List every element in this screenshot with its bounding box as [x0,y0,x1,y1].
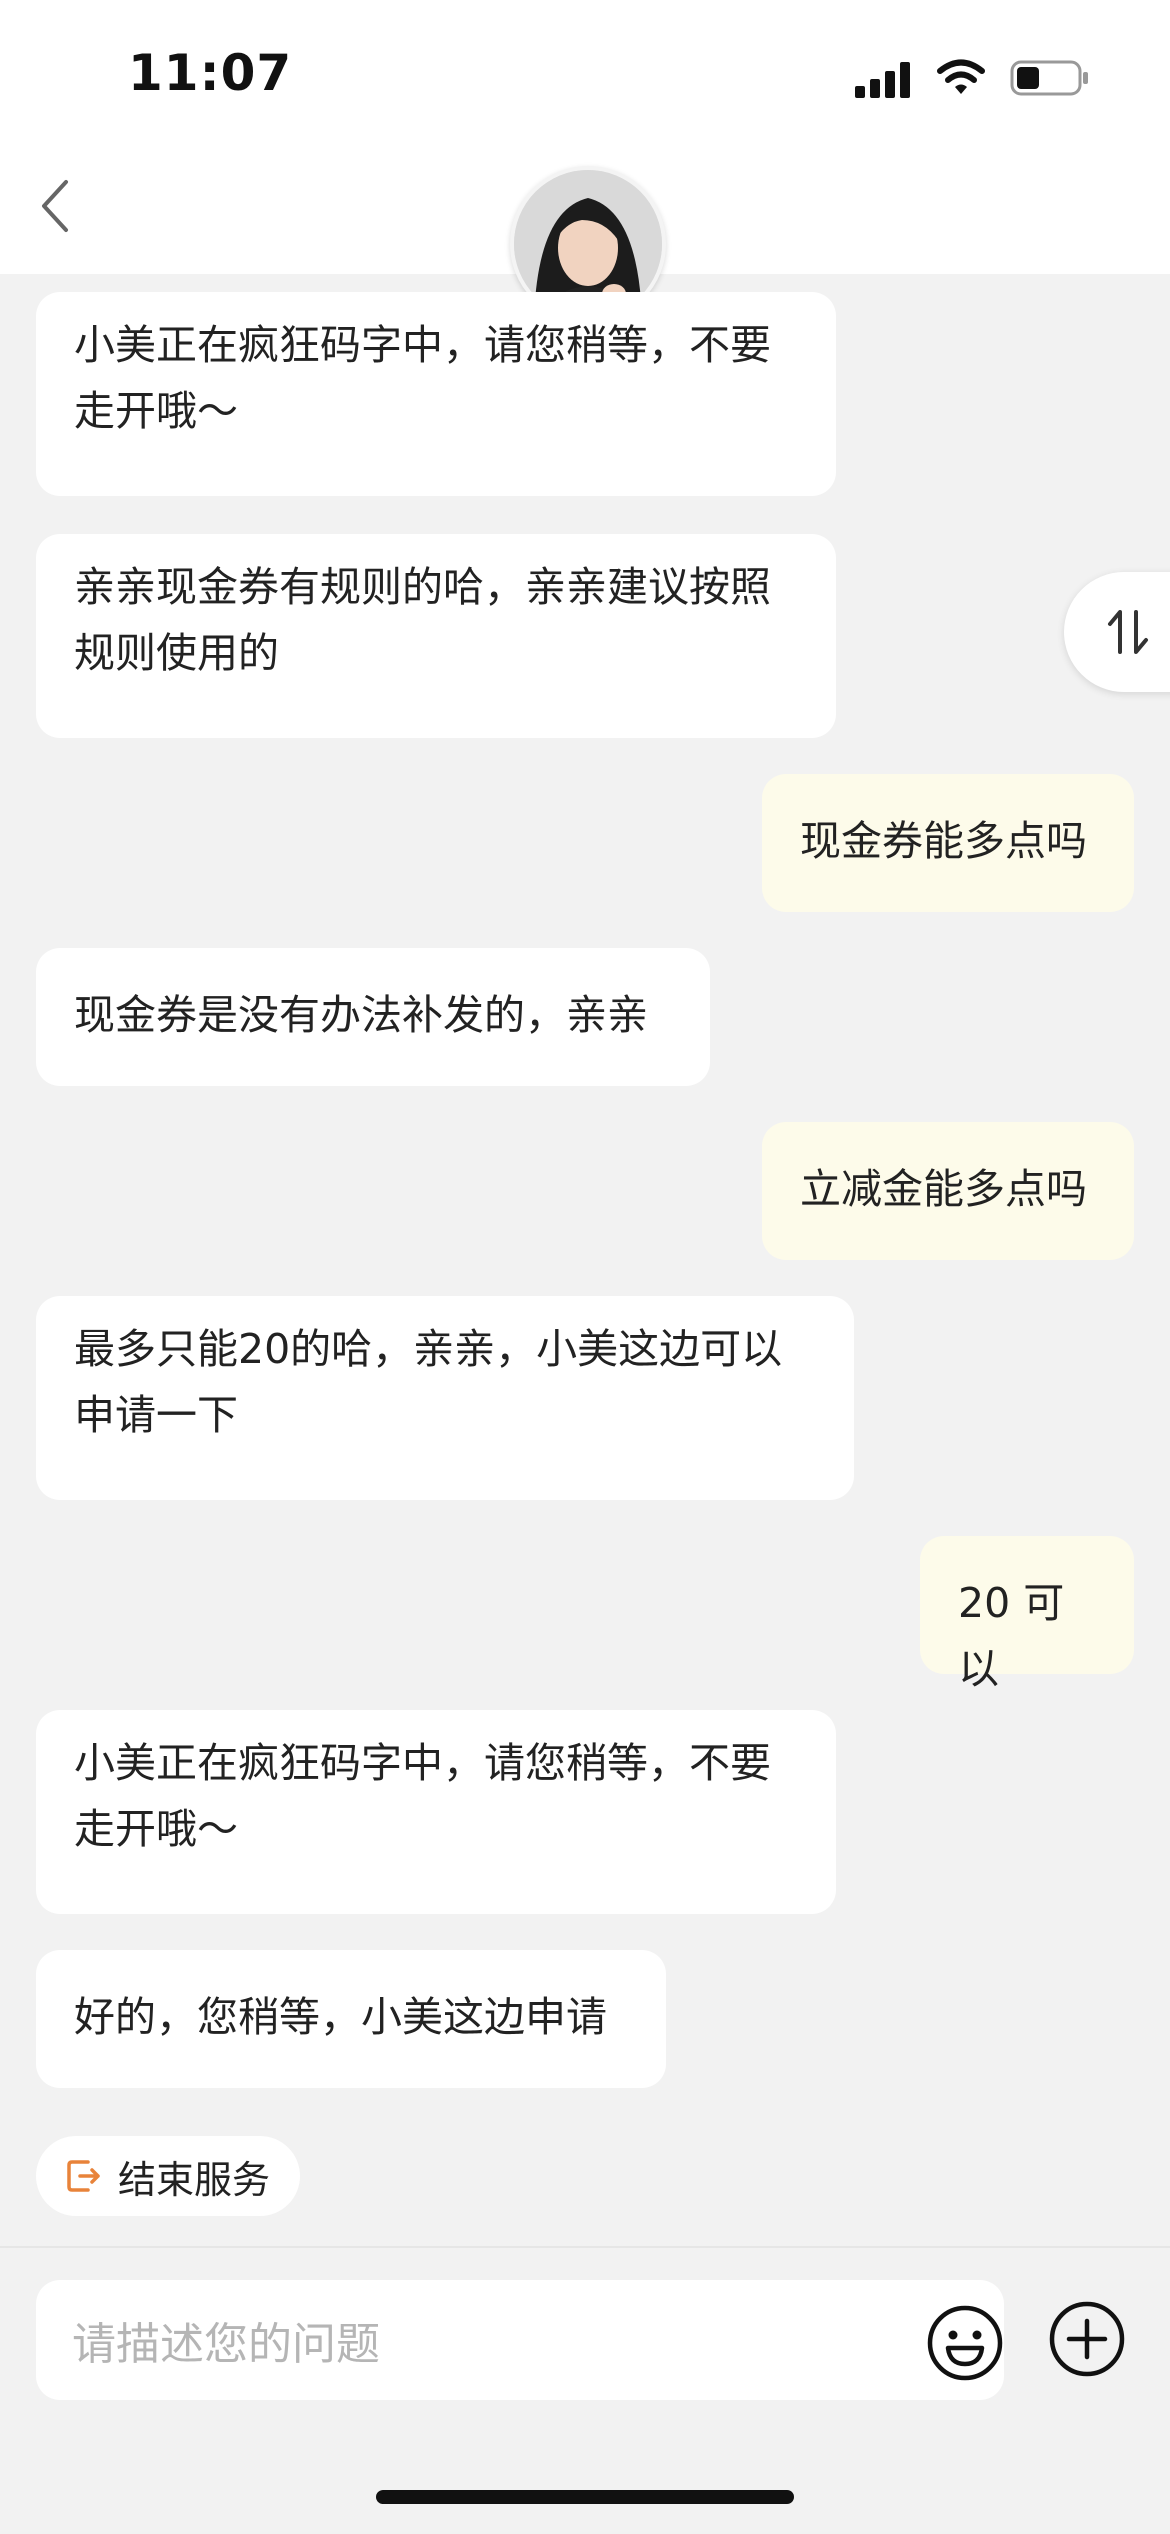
message-text: 20 可以 [958,1579,1065,1693]
agent-message: 最多只能20的哈，亲亲，小美这边可以申请一下 [36,1296,854,1500]
message-text: 小美正在疯狂码字中，请您稍等，不要走开哦～ [74,1739,771,1853]
status-time: 11:07 [128,44,293,102]
exit-icon [67,2160,100,2192]
agent-message: 小美正在疯狂码字中，请您稍等，不要走开哦～ [36,292,836,496]
battery-icon [1010,60,1088,96]
message-text: 最多只能20的哈，亲亲，小美这边可以申请一下 [74,1325,783,1439]
end-service-label: 结束服务 [118,2157,271,2202]
end-service-button[interactable]: 结束服务 [36,2136,301,2216]
status-bar: 11:07 [0,0,1170,150]
message-input[interactable]: 请描述您的问题 [36,2280,1004,2400]
agent-message: 现金券是没有办法补发的，亲亲 [36,948,710,1086]
message-text: 亲亲现金券有规则的哈，亲亲建议按照规则使用的 [74,563,771,677]
sort-toggle-button[interactable] [1064,572,1170,692]
smile-icon[interactable] [926,2304,1004,2382]
agent-message: 好的，您稍等，小美这边申请 [36,1950,666,2088]
user-message: 立减金能多点吗 [762,1122,1134,1260]
wifi-icon [937,59,985,94]
message-text: 好的，您稍等，小美这边申请 [74,1993,607,2041]
back-chevron-icon[interactable] [32,176,82,236]
plus-circle-icon[interactable] [1048,2300,1126,2378]
home-indicator[interactable] [376,2490,794,2504]
user-message: 20 可以 [920,1536,1134,1693]
cellular-signal-icon [855,62,910,98]
agent-message: 亲亲现金券有规则的哈，亲亲建议按照规则使用的 [36,534,836,738]
agent-message: 小美正在疯狂码字中，请您稍等，不要走开哦～ [36,1710,836,1914]
input-placeholder: 请描述您的问题 [72,2319,380,2370]
message-text: 小美正在疯狂码字中，请您稍等，不要走开哦～ [74,321,771,435]
user-message: 现金券能多点吗 [762,774,1134,912]
message-text: 现金券是没有办法补发的，亲亲 [74,991,648,1039]
swap-vertical-icon [1108,610,1148,654]
message-text: 现金券能多点吗 [800,817,1087,865]
message-text: 立减金能多点吗 [800,1165,1087,1213]
